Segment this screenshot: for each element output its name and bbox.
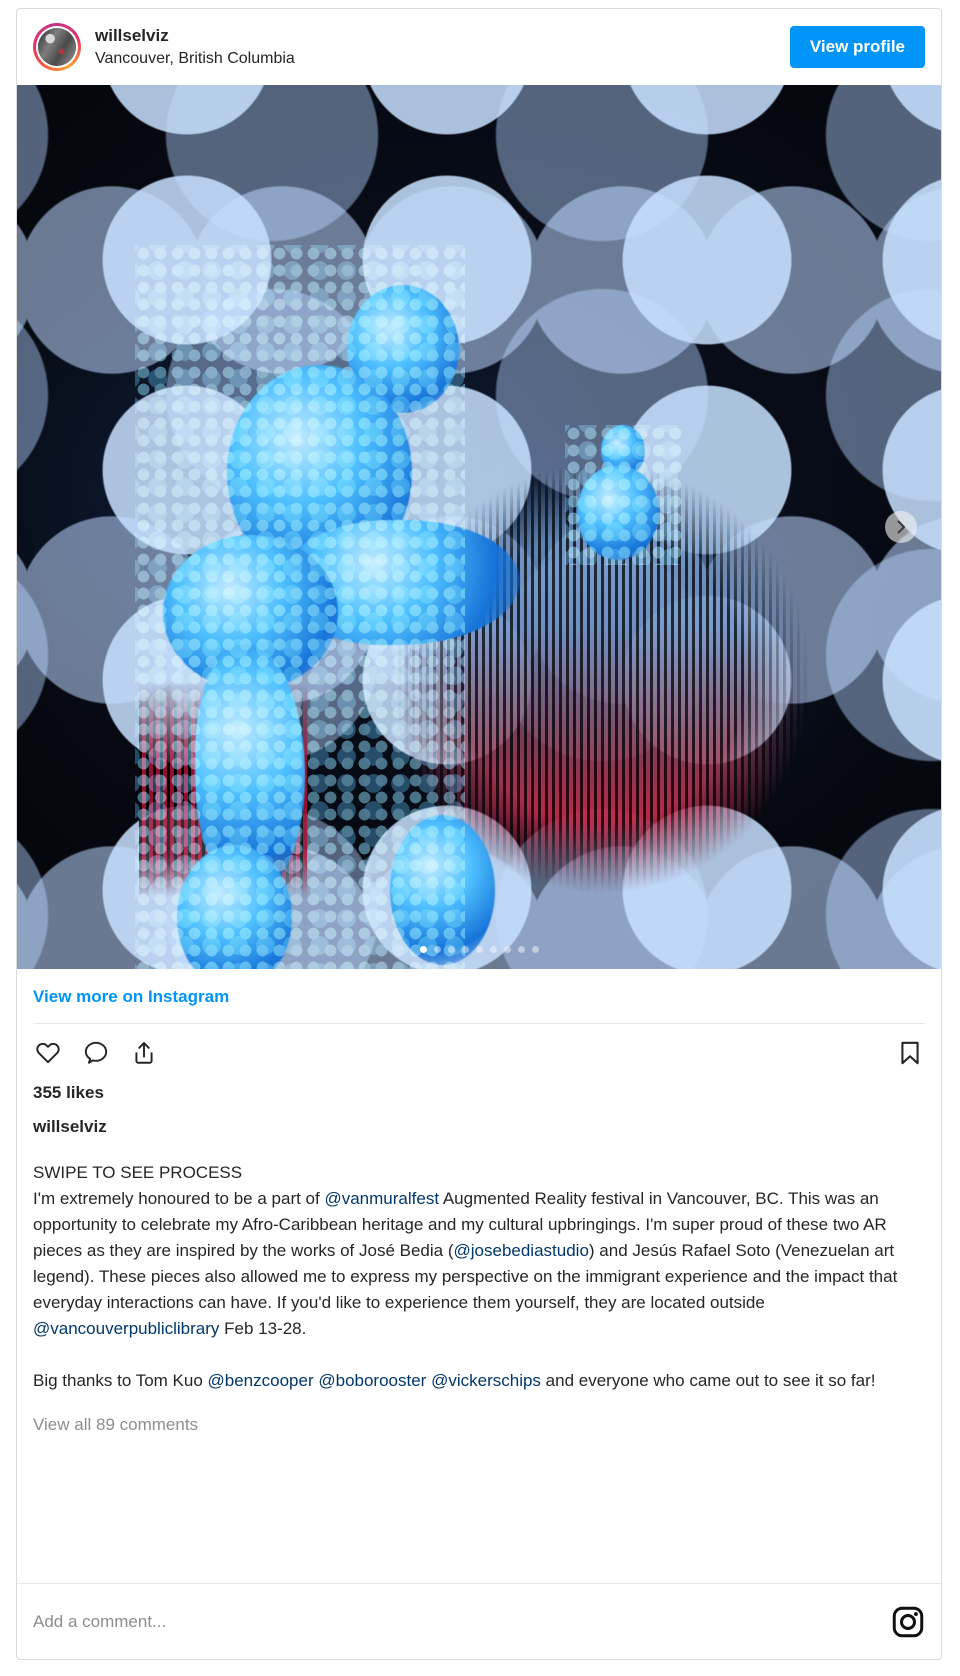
- like-count: 355 likes: [33, 1083, 104, 1102]
- carousel-dot[interactable]: [503, 946, 511, 953]
- instagram-logo-button[interactable]: [891, 1605, 925, 1639]
- action-row: [33, 1024, 925, 1074]
- caption-mention[interactable]: @josebediastudio: [454, 1241, 589, 1260]
- like-button[interactable]: [33, 1038, 63, 1068]
- carousel-dots: [17, 946, 941, 953]
- caption-mention[interactable]: @vancouverpubliclibrary: [33, 1319, 219, 1338]
- caption-mention[interactable]: @vanmuralfest: [324, 1189, 439, 1208]
- heart-icon: [36, 1042, 60, 1064]
- carousel-dot[interactable]: [433, 946, 441, 953]
- add-comment-input[interactable]: [33, 1611, 891, 1632]
- comment-footer: [17, 1583, 941, 1659]
- carousel-dot[interactable]: [475, 946, 483, 953]
- carousel-dot[interactable]: [461, 946, 469, 953]
- caption-mention[interactable]: @boborooster: [318, 1371, 426, 1390]
- caption-mention[interactable]: @benzcooper: [208, 1371, 314, 1390]
- particle-figure-small: [565, 425, 685, 565]
- header-username[interactable]: willselviz: [95, 25, 790, 46]
- comment-bubble-icon: [84, 1041, 108, 1064]
- post-caption: SWIPE TO SEE PROCESS I'm extremely honou…: [33, 1163, 903, 1390]
- post-header: willselviz Vancouver, British Columbia V…: [17, 9, 941, 85]
- instagram-logo-icon: [892, 1606, 924, 1637]
- post-body: View more on Instagram 355 likes willsel…: [17, 969, 941, 1583]
- caption-username[interactable]: willselviz: [33, 1104, 925, 1138]
- caption-mention[interactable]: @vickerschips: [431, 1371, 541, 1390]
- chevron-right-icon: [897, 520, 905, 534]
- view-all-comments-link[interactable]: View all 89 comments: [33, 1394, 925, 1456]
- carousel-next-button[interactable]: [885, 511, 917, 543]
- comment-button[interactable]: [81, 1038, 111, 1068]
- carousel-dot[interactable]: [531, 946, 539, 953]
- particle-figure-large: [135, 245, 520, 969]
- save-button[interactable]: [895, 1038, 925, 1068]
- view-profile-button[interactable]: View profile: [789, 26, 925, 68]
- bookmark-icon: [901, 1041, 919, 1065]
- instagram-embed-card: willselviz Vancouver, British Columbia V…: [16, 8, 942, 1660]
- header-location[interactable]: Vancouver, British Columbia: [95, 48, 790, 69]
- carousel-dot[interactable]: [447, 946, 455, 953]
- small-figure-particles: [565, 425, 685, 565]
- carousel-dot[interactable]: [489, 946, 497, 953]
- carousel-dot[interactable]: [419, 946, 427, 953]
- avatar[interactable]: [33, 23, 81, 71]
- share-icon: [135, 1042, 153, 1064]
- share-button[interactable]: [129, 1038, 159, 1068]
- header-text: willselviz Vancouver, British Columbia: [95, 25, 790, 69]
- carousel-dot[interactable]: [517, 946, 525, 953]
- figure-particles: [135, 245, 465, 969]
- post-media[interactable]: [17, 85, 941, 969]
- view-more-on-instagram-link[interactable]: View more on Instagram: [33, 969, 925, 1023]
- avatar-inner: [36, 26, 78, 68]
- avatar-image: [38, 28, 76, 66]
